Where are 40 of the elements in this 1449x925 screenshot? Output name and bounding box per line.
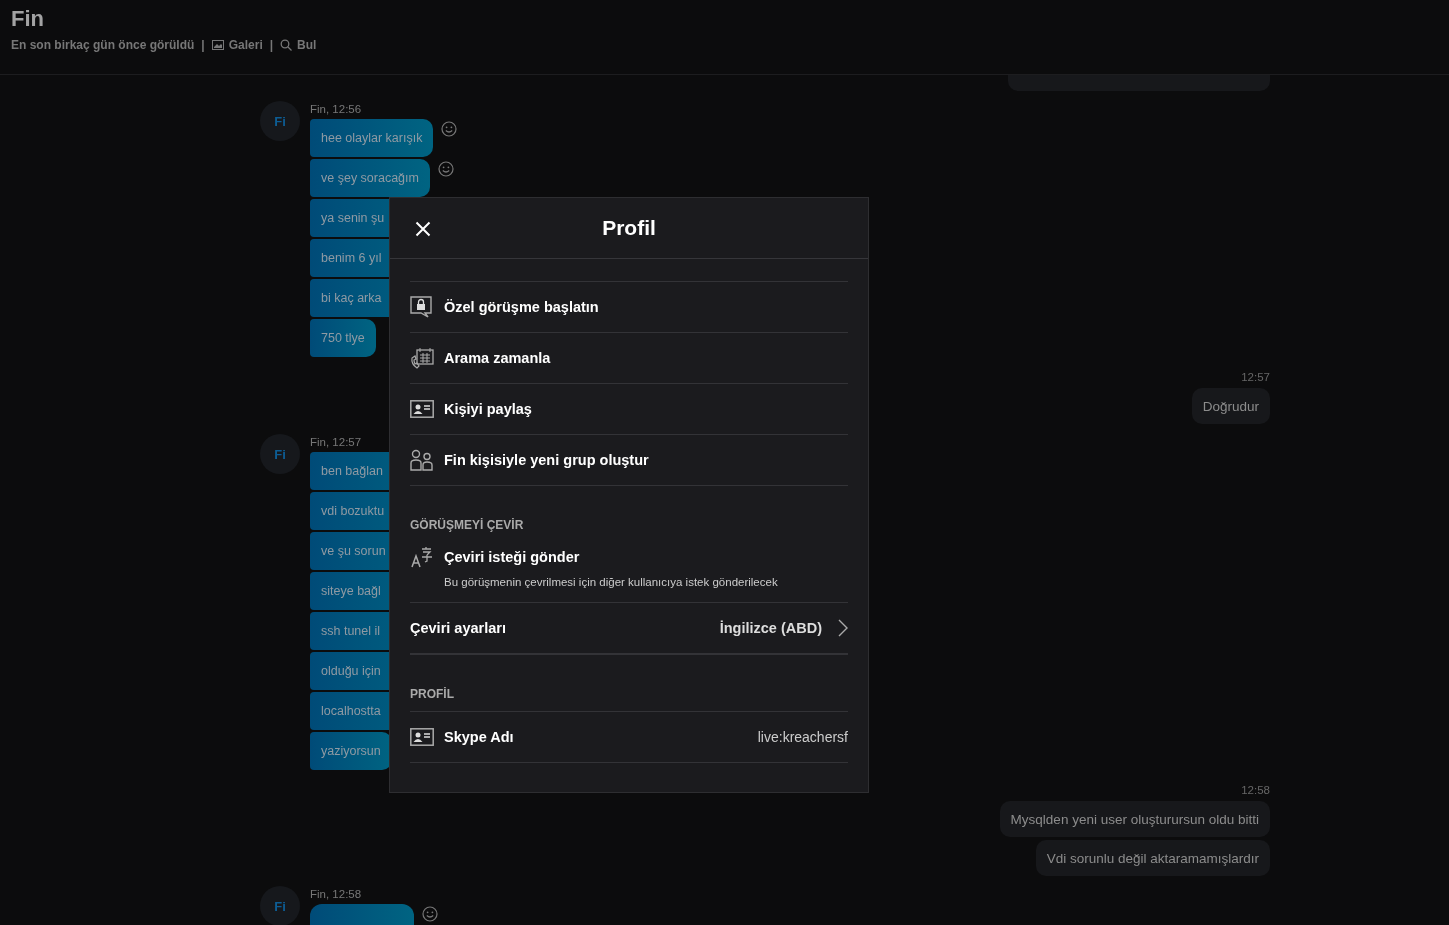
message-bubble: ve şey soracağım xyxy=(310,159,430,197)
search-icon xyxy=(280,39,293,51)
emoji-icon[interactable] xyxy=(441,121,458,137)
emoji-icon[interactable] xyxy=(422,906,438,922)
message-bubble: yaziyorsun xyxy=(310,732,392,770)
sender-time: Fin, 12:56 xyxy=(310,102,363,117)
menu-item[interactable]: Özel görüşme başlatın xyxy=(410,281,848,332)
message-time: 12:58 xyxy=(1241,783,1270,797)
message-bubble: Vdi sorunlu değil aktaramamışlardır xyxy=(1035,840,1270,876)
contact-name: Fin xyxy=(11,5,44,32)
last-seen-status: En son birkaç gün önce görüldü xyxy=(11,38,195,52)
menu-item[interactable]: Kişiyi paylaş xyxy=(410,383,848,434)
separator: | xyxy=(201,38,205,52)
message-bubble: Mysqlden yeni user oluşturursun oldu bitti xyxy=(999,801,1270,837)
message-time: 12:57 xyxy=(1241,370,1270,384)
menu-item[interactable]: Arama zamanla xyxy=(410,332,848,383)
sender-time: Fin, 12:58 xyxy=(310,887,363,902)
emoji-icon[interactable] xyxy=(437,161,454,177)
section-heading: GÖRÜŞMEYİ ÇEVİR xyxy=(410,485,848,532)
profile-row: Skype Adı live:kreachersf xyxy=(410,711,848,763)
translate-icon xyxy=(410,546,434,568)
sender-time: Fin, 12:57 xyxy=(310,435,363,450)
message-bubble: 750 tlye xyxy=(310,319,376,357)
find-link[interactable]: Bul xyxy=(280,38,317,52)
calendar-call-icon xyxy=(410,347,434,369)
menu-item[interactable]: Fin kişisiyle yeni grup oluştur xyxy=(410,434,848,485)
translation-settings[interactable]: Çeviri ayarları İngilizce (ABD) xyxy=(410,602,848,654)
section-heading: PROFİL xyxy=(410,654,848,701)
dialog-title: Profil xyxy=(602,216,656,240)
gallery-link[interactable]: Galeri xyxy=(211,38,263,52)
gallery-icon xyxy=(211,40,224,50)
lock-chat-icon xyxy=(410,296,434,318)
message-bubble: Doğrudur xyxy=(1191,388,1270,424)
separator: | xyxy=(269,38,274,52)
contact-card-icon xyxy=(410,400,434,418)
chevron-right-icon xyxy=(838,619,848,637)
contact-card-icon xyxy=(410,728,434,746)
people-icon xyxy=(410,449,434,471)
close-icon[interactable] xyxy=(415,221,431,237)
message-bubble: hee olaylar karışık xyxy=(310,119,434,157)
